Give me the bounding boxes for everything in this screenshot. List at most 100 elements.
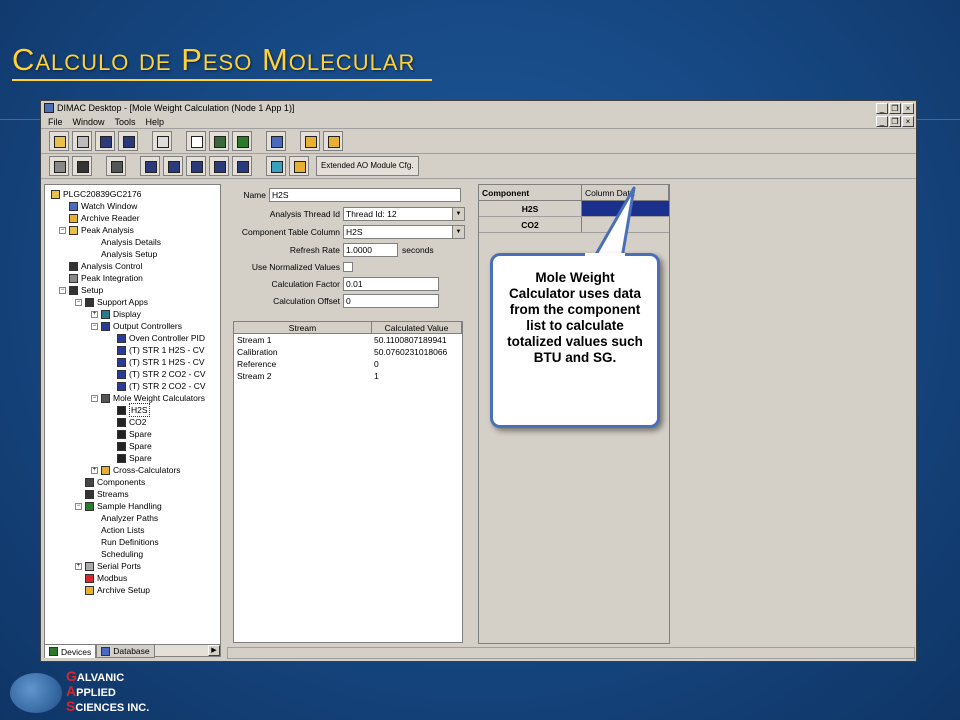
collapse-icon[interactable]: − — [59, 286, 66, 294]
menu-help[interactable]: Help — [141, 117, 170, 127]
tree-node[interactable]: Streams — [75, 488, 129, 500]
save-icon[interactable] — [95, 131, 115, 151]
table-row[interactable]: H2S 10 — [479, 201, 669, 217]
close-button[interactable]: × — [902, 102, 914, 114]
factor-field[interactable]: 0.01 — [343, 277, 439, 291]
component-header[interactable]: Component — [479, 185, 582, 200]
tree-node[interactable]: Action Lists — [91, 524, 144, 536]
tab-database[interactable]: Database — [96, 644, 155, 658]
node-network-icon[interactable] — [232, 156, 252, 176]
tree-node[interactable]: Components — [75, 476, 145, 488]
list-icon[interactable] — [300, 131, 320, 151]
tree-node[interactable]: − Sample Handling — [75, 500, 162, 512]
collapse-icon[interactable]: − — [75, 502, 82, 510]
archive-icon — [69, 213, 78, 223]
collapse-icon[interactable]: − — [59, 226, 66, 234]
tree-node[interactable]: − Support Apps — [75, 296, 148, 308]
tree-node[interactable]: Spare — [107, 428, 152, 440]
tree-node[interactable]: − Peak Analysis — [59, 224, 134, 236]
tree-node[interactable]: H2S — [107, 403, 150, 417]
tree-node[interactable]: Analysis Setup — [91, 248, 157, 260]
save-all-icon[interactable] — [118, 131, 138, 151]
tree-node[interactable]: Modbus — [75, 572, 127, 584]
child-close-button[interactable]: × — [902, 116, 914, 127]
table-view-icon[interactable] — [186, 131, 206, 151]
device-tree: PLGC20839GC2176 Watch Window Archive Reade… — [45, 185, 220, 638]
table-row[interactable]: Stream 1 50.1100807189941 — [234, 334, 462, 346]
tree-node[interactable]: Spare — [107, 440, 152, 452]
node-down-icon[interactable] — [163, 156, 183, 176]
tree-node-label: Sample Handling — [97, 501, 162, 511]
tree-node[interactable]: Archive Setup — [75, 584, 150, 596]
thread-select[interactable]: Thread Id: 12 ▼ — [343, 207, 465, 221]
name-field[interactable]: H2S — [269, 188, 461, 202]
refresh-field[interactable]: 1.0000 — [343, 243, 398, 257]
tree-node[interactable]: Run Definitions — [91, 536, 159, 548]
tree-node[interactable]: + Serial Ports — [75, 560, 141, 572]
column-data-cell[interactable]: 10 — [582, 201, 669, 216]
table-row[interactable]: Reference 0 — [234, 358, 462, 370]
tree-node[interactable]: − Setup — [59, 284, 103, 296]
tree-node[interactable]: (T) STR 2 CO2 - CV — [107, 380, 206, 392]
tree-node[interactable]: PLGC20839GC2176 — [51, 188, 141, 200]
tree-node[interactable]: Archive Reader — [59, 212, 140, 224]
table-row[interactable]: Stream 2 1 — [234, 370, 462, 382]
tree-node[interactable]: (T) STR 1 H2S - CV — [107, 356, 205, 368]
tree-node[interactable]: − Output Controllers — [91, 320, 182, 332]
column-select[interactable]: H2S ▼ — [343, 225, 465, 239]
tree-node[interactable]: CO2 — [107, 416, 146, 428]
print-icon[interactable] — [152, 131, 172, 151]
normalized-checkbox[interactable] — [343, 262, 353, 272]
node-up-icon[interactable] — [140, 156, 160, 176]
tree-node[interactable]: Analysis Details — [91, 236, 161, 248]
node-config-icon[interactable] — [209, 156, 229, 176]
column-data-cell[interactable] — [582, 217, 669, 232]
device-icon[interactable] — [106, 156, 126, 176]
expand-icon[interactable]: + — [91, 310, 98, 318]
expand-icon[interactable]: + — [75, 562, 82, 570]
tree-node[interactable]: Peak Integration — [59, 272, 143, 284]
stream-header[interactable]: Stream — [234, 322, 372, 333]
table-row[interactable]: Calibration 50.0760231018066 — [234, 346, 462, 358]
open-folder-icon[interactable] — [49, 131, 69, 151]
network-icon[interactable] — [266, 131, 286, 151]
table-row[interactable]: CO2 — [479, 217, 669, 233]
tree-node[interactable]: + Cross-Calculators — [91, 464, 181, 476]
tree-node[interactable]: Oven Controller PID — [107, 332, 205, 344]
tree-node[interactable]: (T) STR 1 H2S - CV — [107, 344, 205, 356]
tab-devices[interactable]: Devices — [44, 644, 97, 658]
collapse-icon[interactable]: − — [91, 322, 98, 330]
tree-node[interactable]: Analysis Control — [59, 260, 142, 272]
menu-window[interactable]: Window — [68, 117, 110, 127]
thread-label: Analysis Thread Id — [269, 209, 340, 219]
calculated-value-header[interactable]: Calculated Value — [372, 322, 462, 333]
tree-node[interactable]: + Display — [91, 308, 141, 320]
tree-node[interactable]: Watch Window — [59, 200, 137, 212]
calc-item-icon — [117, 417, 126, 427]
extended-ao-module-button[interactable]: Extended AO Module Cfg. — [316, 156, 419, 176]
offset-field[interactable]: 0 — [343, 294, 439, 308]
scroll-right-icon[interactable]: ▶ — [208, 645, 220, 656]
tree-node[interactable]: Spare — [107, 452, 152, 464]
key-icon[interactable] — [289, 156, 309, 176]
tree-node[interactable]: (T) STR 2 CO2 - CV — [107, 368, 206, 380]
menu-tools[interactable]: Tools — [110, 117, 141, 127]
chart-view-icon[interactable] — [209, 131, 229, 151]
child-restore-button[interactable]: ❐ — [889, 116, 901, 127]
tree-node[interactable]: Analyzer Paths — [91, 512, 158, 524]
node-refresh-icon[interactable] — [186, 156, 206, 176]
restore-button[interactable]: ❐ — [889, 102, 901, 114]
menu-file[interactable]: File — [43, 117, 68, 127]
monitor-icon[interactable] — [232, 131, 252, 151]
column-data-header[interactable]: Column Data — [582, 185, 669, 200]
tree-icon[interactable] — [323, 131, 343, 151]
collapse-icon[interactable]: − — [91, 394, 98, 402]
upload-icon[interactable] — [49, 156, 69, 176]
globe-icon[interactable] — [266, 156, 286, 176]
collapse-icon[interactable]: − — [75, 298, 82, 306]
tree-node[interactable]: Scheduling — [91, 548, 143, 560]
download-icon[interactable] — [72, 156, 92, 176]
minimize-button[interactable]: _ — [876, 102, 888, 114]
expand-icon[interactable]: + — [91, 466, 98, 474]
child-minimize-button[interactable]: _ — [876, 116, 888, 127]
